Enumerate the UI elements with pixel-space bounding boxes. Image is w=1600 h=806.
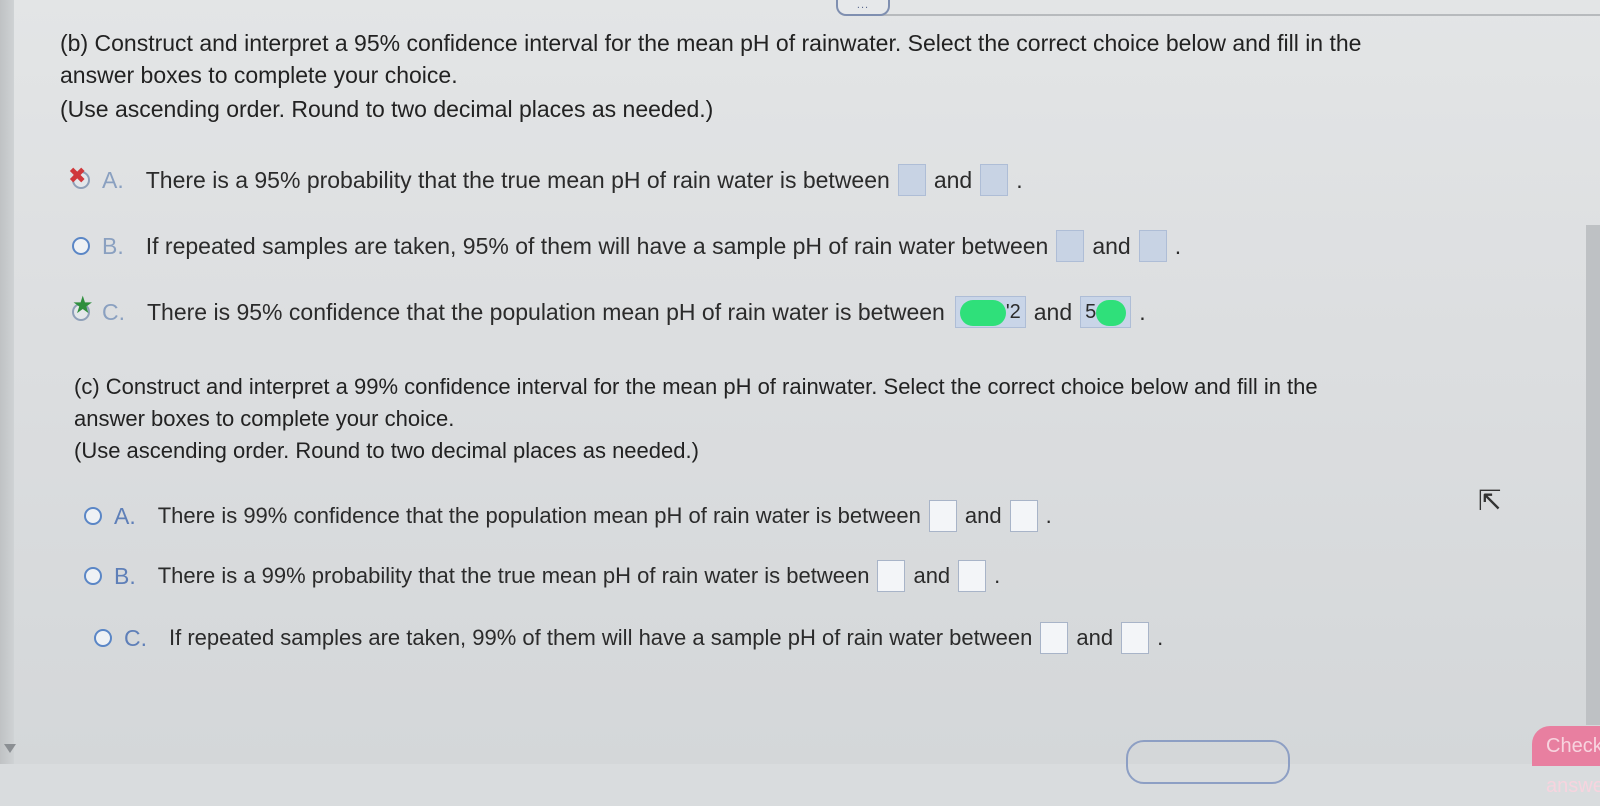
secondary-button[interactable]	[1126, 740, 1290, 784]
and-label: and	[1092, 232, 1131, 259]
choice-text: If repeated samples are taken, 99% of th…	[169, 625, 1033, 650]
period: .	[1157, 625, 1164, 650]
part-b-instruction-line1: (b) Construct and interpret a 95% confid…	[60, 30, 1362, 56]
radio-c-a[interactable]	[84, 507, 102, 525]
answer-box-upper[interactable]	[1121, 622, 1150, 654]
choice-text: There is 95% confidence that the populat…	[147, 298, 945, 325]
answer-box-lower[interactable]	[1056, 230, 1085, 262]
answer-box-upper[interactable]	[1138, 230, 1167, 262]
part-b-choice-c[interactable]: ★ C. There is 95% confidence that the po…	[72, 292, 1146, 328]
choice-letter: C.	[124, 624, 147, 651]
part-b-choice-b[interactable]: B. If repeated samples are taken, 95% of…	[72, 230, 1181, 262]
choice-text: There is 99% confidence that the populat…	[157, 503, 921, 528]
period: .	[994, 563, 1001, 588]
correct-star-icon: ★	[72, 292, 94, 319]
scrollbar[interactable]	[1586, 225, 1600, 725]
part-c-choice-a[interactable]: A. There is 99% confidence that the popu…	[84, 500, 1052, 532]
redaction-mark	[1096, 299, 1127, 326]
and-label: and	[1076, 625, 1114, 650]
part-c-instruction-line3: (Use ascending order. Round to two decim…	[74, 438, 699, 463]
answer-box-lower[interactable]: '2	[954, 296, 1026, 328]
partial-value: 5	[1085, 301, 1097, 323]
part-c-choice-b[interactable]: B. There is a 99% probability that the t…	[84, 560, 1000, 592]
incorrect-x-icon: ✖	[68, 163, 87, 188]
answer-box-upper[interactable]	[958, 560, 987, 592]
period: .	[1016, 166, 1023, 193]
radio-b-a[interactable]: ✖	[68, 163, 90, 189]
answer-box-upper[interactable]: 5	[1080, 296, 1132, 328]
answer-box-lower[interactable]	[897, 164, 926, 196]
choice-letter: C.	[102, 298, 125, 325]
and-label: and	[933, 166, 973, 193]
answer-box-lower[interactable]	[1040, 622, 1069, 654]
answer-box-lower[interactable]	[928, 500, 957, 532]
more-options-button[interactable]: ...	[836, 0, 890, 16]
choice-letter: A.	[102, 166, 124, 193]
choice-letter: B.	[114, 562, 136, 589]
mouse-pointer-icon: ⇱	[1478, 485, 1502, 516]
radio-b-b[interactable]	[72, 237, 90, 255]
caret-down-icon[interactable]	[4, 744, 16, 753]
redaction-mark	[959, 299, 1006, 326]
part-c-instruction-line1: (c) Construct and interpret a 99% confid…	[74, 374, 1318, 399]
period: .	[1174, 232, 1182, 259]
screen: ... (b) Construct and interpret a 95% co…	[0, 0, 1600, 797]
choice-letter: A.	[114, 502, 136, 529]
choice-text: There is a 95% probability that the true…	[145, 166, 890, 193]
part-c-choice-c[interactable]: C. If repeated samples are taken, 99% of…	[94, 622, 1163, 654]
part-b-choice-a[interactable]: ✖ A. There is a 95% probability that the…	[68, 163, 1023, 196]
part-b-instruction-line2: answer boxes to complete your choice.	[60, 62, 458, 88]
and-label: and	[964, 503, 1002, 528]
answer-box-lower[interactable]	[877, 560, 906, 592]
and-label: and	[913, 563, 951, 588]
answer-box-upper[interactable]	[980, 164, 1009, 196]
choice-letter: B.	[102, 232, 124, 259]
period: .	[1045, 503, 1052, 528]
left-panel-edge	[0, 0, 14, 764]
part-b-instruction-line3: (Use ascending order. Round to two decim…	[60, 96, 714, 122]
answer-box-upper[interactable]	[1009, 500, 1038, 532]
choice-text: There is a 99% probability that the true…	[157, 563, 870, 588]
and-label: and	[1033, 298, 1073, 325]
period: .	[1139, 298, 1146, 325]
divider	[880, 14, 1600, 16]
radio-c-b[interactable]	[84, 567, 102, 585]
radio-b-c[interactable]: ★	[72, 292, 94, 321]
part-c-instruction-line2: answer boxes to complete your choice.	[74, 406, 455, 431]
check-answer-button[interactable]: Check answer	[1532, 726, 1600, 797]
radio-c-c[interactable]	[94, 629, 112, 647]
choice-text: If repeated samples are taken, 95% of th…	[145, 232, 1049, 259]
partial-value: '2	[1005, 301, 1021, 323]
